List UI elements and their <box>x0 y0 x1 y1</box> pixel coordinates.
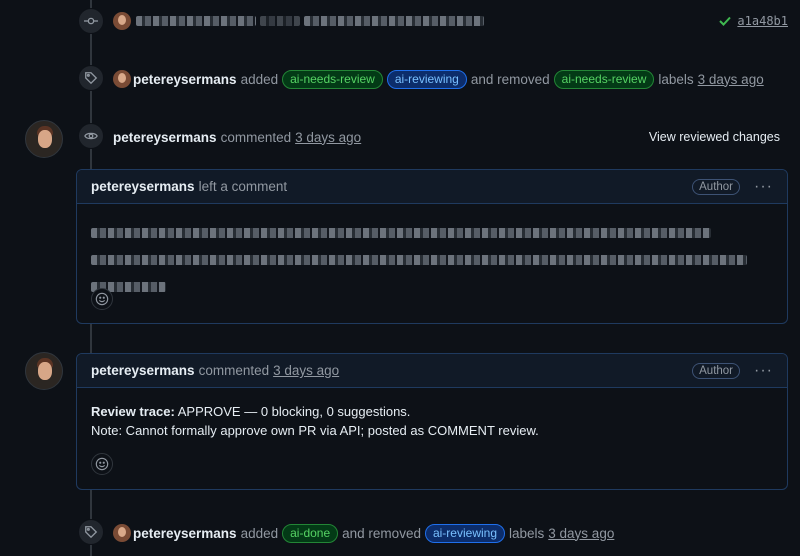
label-event: petereysermans added ai-needs-review ai-… <box>113 69 764 89</box>
comment-header: petereysermans left a comment Author ··· <box>77 170 787 204</box>
review-comment: petereysermans left a comment Author ··· <box>76 169 788 324</box>
event-text: labels <box>509 525 545 541</box>
smiley-icon <box>95 292 109 306</box>
add-reaction-button[interactable] <box>91 453 113 475</box>
comment-action: left a comment <box>198 179 288 194</box>
comment: petereysermans commented 3 days ago Auth… <box>76 353 788 490</box>
event-text: labels <box>658 71 694 87</box>
label-event: petereysermans added ai-done and removed… <box>113 523 614 543</box>
smiley-icon <box>95 457 109 471</box>
timestamp-link[interactable]: 3 days ago <box>698 72 764 87</box>
review-event: petereysermans commented 3 days ago <box>113 127 361 147</box>
username-link[interactable]: petereysermans <box>91 363 195 378</box>
check-icon <box>719 16 732 26</box>
comment-line: Review trace: APPROVE — 0 blocking, 0 su… <box>91 402 773 421</box>
avatar[interactable] <box>25 352 63 390</box>
comment-text: APPROVE — 0 blocking, 0 suggestions. <box>177 404 411 419</box>
view-reviewed-changes-link[interactable]: View reviewed changes <box>649 130 780 144</box>
label-badge[interactable]: ai-done <box>282 523 339 543</box>
label-badge[interactable]: ai-reviewing <box>386 69 467 89</box>
comment-line: Note: Cannot formally approve own PR via… <box>91 423 539 438</box>
username-link[interactable]: petereysermans <box>91 179 195 194</box>
event-text: and removed <box>470 71 550 87</box>
label-badge[interactable]: ai-needs-review <box>282 69 383 89</box>
username-link[interactable]: petereysermans <box>133 72 237 87</box>
timestamp-link[interactable]: 3 days ago <box>295 130 361 145</box>
username-link[interactable]: petereysermans <box>133 526 237 541</box>
more-options-icon[interactable]: ··· <box>754 178 773 194</box>
comment-bold-text: Review trace: <box>91 404 175 419</box>
commit-message[interactable] <box>136 11 484 31</box>
avatar[interactable] <box>113 12 131 30</box>
add-reaction-button[interactable] <box>91 288 113 310</box>
tag-icon <box>78 65 104 91</box>
avatar[interactable] <box>25 120 63 158</box>
event-text: commented <box>220 129 292 145</box>
comment-header: petereysermans commented 3 days ago Auth… <box>77 354 787 388</box>
username-link[interactable]: petereysermans <box>113 130 217 145</box>
more-options-icon[interactable]: ··· <box>754 362 773 378</box>
author-badge: Author <box>692 178 741 195</box>
event-text: added <box>240 525 279 541</box>
comment-action: commented <box>198 363 270 378</box>
tag-icon <box>78 519 104 545</box>
label-badge[interactable]: ai-needs-review <box>553 69 655 89</box>
eye-icon <box>78 123 104 149</box>
label-badge[interactable]: ai-reviewing <box>424 523 505 543</box>
timestamp-link[interactable]: 3 days ago <box>548 526 614 541</box>
event-text: and removed <box>342 525 421 541</box>
commit-status: a1a48b1 <box>719 14 788 28</box>
commit-hash-link[interactable]: a1a48b1 <box>737 14 788 28</box>
comment-body: Review trace: APPROVE — 0 blocking, 0 su… <box>77 388 787 440</box>
commit-icon <box>78 8 104 34</box>
timestamp-link[interactable]: 3 days ago <box>273 363 339 378</box>
author-badge: Author <box>692 362 741 379</box>
comment-body <box>77 204 787 297</box>
event-text: added <box>240 71 279 87</box>
